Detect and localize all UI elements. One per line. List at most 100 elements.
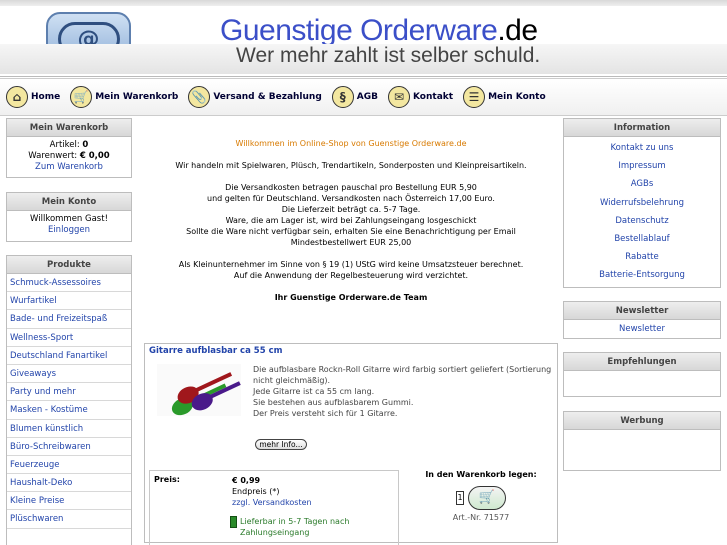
main-nav: ⌂ Home 🛒 Mein Warenkorb 📎 Versand & Bezahlu… — [0, 78, 727, 116]
price-value-block: € 0,99 Endpreis (*) zzgl. Versandkosten — [232, 475, 312, 508]
nav-label: Mein Konto — [488, 92, 546, 102]
category-item[interactable]: Deutschland Fanartikel — [7, 347, 131, 365]
login-link[interactable]: Einloggen — [9, 225, 129, 236]
info-link-datenschutz[interactable]: Datenschutz — [564, 212, 720, 230]
product-title[interactable]: Gitarre aufblasbar ca 55 cm — [145, 344, 557, 358]
product-desc-line: Jede Gitarre ist ca 55 cm lang. — [253, 387, 375, 396]
nav-label: Home — [31, 92, 61, 102]
guitar-image — [171, 372, 241, 416]
delivery-text: Lieferbar in 5-7 Tagen nach Zahlungseing… — [240, 517, 350, 537]
availability-icon — [230, 516, 237, 528]
cart-box-title: Mein Warenkorb — [7, 119, 131, 137]
info-link-impressum[interactable]: Impressum — [564, 157, 720, 175]
shipping-costs-link[interactable]: zzgl. Versandkosten — [232, 497, 312, 508]
nav-label: Kontakt — [412, 92, 454, 102]
recommendations-box: Empfehlungen — [563, 352, 721, 397]
cart-value-row: Warenwert: € 0,00 — [9, 151, 129, 162]
article-number: Art.-Nr. 71577 — [452, 513, 510, 522]
cart-box: Mein Warenkorb Artikel: 0 Warenwert: € 0… — [6, 118, 132, 178]
cart-box-body: Artikel: 0 Warenwert: € 0,00 Zum Warenko… — [7, 137, 131, 176]
go-to-cart-link[interactable]: Zum Warenkorb — [9, 162, 129, 173]
info-link-rabatte[interactable]: Rabatte — [564, 248, 720, 266]
more-info-button[interactable]: mehr Info... — [255, 439, 307, 450]
welcome-line: Als Kleinunternehmer im Sinne von § 19 (… — [178, 260, 524, 269]
newsletter-link[interactable]: Newsletter — [564, 320, 720, 338]
cart-icon: 🛒 — [478, 490, 496, 505]
account-box: Mein Konto Willkommen Gast! Einloggen — [6, 192, 132, 242]
header-band — [0, 0, 727, 6]
category-item[interactable]: Blumen künstlich — [7, 420, 131, 438]
site-title: Guenstige Orderware.de — [220, 14, 538, 48]
info-link-widerruf[interactable]: Widerrufsbelehrung — [564, 194, 720, 212]
welcome-headline: Willkommen im Online-Shop von Guenstige … — [235, 139, 467, 148]
welcome-line: Ware, die am Lager ist, wird bei Zahlung… — [225, 216, 477, 225]
site-title-main: Guenstige Orderware — [220, 14, 498, 47]
product-desc-line: Sie bestehen aus aufblasbarem Gummi. — [253, 398, 414, 407]
category-item[interactable]: Masken - Kostüme — [7, 401, 131, 420]
add-to-cart-label: In den Warenkorb legen: — [425, 470, 537, 479]
price-label: Preis: — [154, 475, 180, 484]
delivery-status: Lieferbar in 5-7 Tagen nach Zahlungseing… — [230, 516, 360, 538]
cart-value-label: Warenwert: — [28, 151, 78, 161]
category-list: Schmuck-Assessoires Wurfartikel Bade- un… — [7, 274, 131, 529]
category-item[interactable]: Giveaways — [7, 365, 131, 384]
newsletter-box: Newsletter Newsletter — [563, 301, 721, 339]
nav-account[interactable]: ☰ Mein Konto — [463, 86, 546, 108]
category-item[interactable]: Schmuck-Assessoires — [7, 274, 131, 293]
category-item[interactable]: Wurfartikel — [7, 292, 131, 311]
product-image[interactable] — [157, 364, 241, 416]
cart-items-label: Artikel: — [49, 140, 80, 150]
add-to-cart-button[interactable]: 🛒 — [468, 486, 506, 510]
account-box-body: Willkommen Gast! Einloggen — [7, 211, 131, 239]
info-link-bestellablauf[interactable]: Bestellablauf — [564, 230, 720, 248]
cart-items-value: 0 — [82, 140, 89, 150]
add-to-cart-controls: 1 🛒 — [407, 486, 555, 510]
price-box: Preis: € 0,99 Endpreis (*) zzgl. Versand… — [149, 470, 399, 545]
welcome-line: Sollte die Ware nicht verfügbar sein, er… — [186, 227, 516, 236]
category-item[interactable]: Büro-Schreibwaren — [7, 438, 131, 456]
nav-label: Versand & Bezahlung — [213, 92, 322, 102]
newsletter-box-title: Newsletter — [564, 302, 720, 320]
category-item[interactable]: Bade- und Freizeitspaß — [7, 310, 131, 329]
product-desc-line: Die aufblasbare Rockn-Roll Gitarre wird … — [253, 365, 552, 385]
info-link-batterie[interactable]: Batterie-Entsorgung — [564, 266, 720, 284]
category-item[interactable]: Plüschwaren — [7, 510, 131, 529]
main-content: Willkommen im Online-Shop von Guenstige … — [143, 138, 559, 545]
products-box-title: Produkte — [7, 256, 131, 274]
site-header: @ Guenstige Orderware.de Wer mehr zahlt … — [0, 0, 727, 77]
welcome-line: Wir handeln mit Spielwaren, Plüsch, Tren… — [175, 161, 527, 170]
welcome-team: Ihr Guenstige Orderware.de Team — [274, 293, 428, 302]
recommendations-box-title: Empfehlungen — [564, 353, 720, 371]
nav-shipping[interactable]: 📎 Versand & Bezahlung — [188, 86, 322, 108]
product-description: Die aufblasbare Rockn-Roll Gitarre wird … — [253, 364, 553, 419]
add-to-cart-area: In den Warenkorb legen: 1 🛒 Art.-Nr. 7157… — [407, 470, 555, 522]
nav-agb[interactable]: § AGB — [331, 86, 378, 108]
ads-box: Werbung — [563, 411, 721, 471]
category-item[interactable]: Feuerzeuge — [7, 456, 131, 475]
quantity-input[interactable]: 1 — [456, 491, 464, 505]
information-links: Kontakt zu uns Impressum AGBs Widerrufsb… — [564, 137, 720, 285]
cart-items-row: Artikel: 0 — [9, 140, 129, 151]
endpreis-note: Endpreis (*) — [232, 487, 280, 496]
info-link-agb[interactable]: AGBs — [564, 175, 720, 193]
envelope-icon: ✉ — [387, 86, 410, 108]
paragraph-icon: § — [331, 86, 354, 108]
category-item[interactable]: Haushalt-Deko — [7, 474, 131, 493]
category-item[interactable]: Kleine Preise — [7, 492, 131, 511]
nav-contact[interactable]: ✉ Kontakt — [387, 86, 454, 108]
nav-label: Mein Warenkorb — [95, 92, 179, 102]
info-link-contact[interactable]: Kontakt zu uns — [564, 139, 720, 157]
account-greeting: Willkommen Gast! — [30, 214, 108, 224]
category-item[interactable]: Party und mehr — [7, 383, 131, 402]
information-box: Information Kontakt zu uns Impressum AGB… — [563, 118, 721, 288]
nav-cart[interactable]: 🛒 Mein Warenkorb — [70, 86, 178, 108]
account-icon: ☰ — [463, 86, 486, 108]
product-desc-line: Der Preis versteht sich für 1 Gitarre. — [253, 409, 398, 418]
home-icon: ⌂ — [6, 86, 28, 108]
product-card: Gitarre aufblasbar ca 55 cm Die aufblasb… — [144, 343, 558, 545]
nav-label: AGB — [356, 92, 378, 102]
welcome-line: Die Versandkosten betragen pauschal pro … — [225, 183, 477, 192]
category-item[interactable]: Wellness-Sport — [7, 329, 131, 347]
nav-home[interactable]: ⌂ Home — [6, 86, 60, 108]
welcome-line: Auf die Anwendung der Regelbesteuerung w… — [233, 271, 469, 280]
